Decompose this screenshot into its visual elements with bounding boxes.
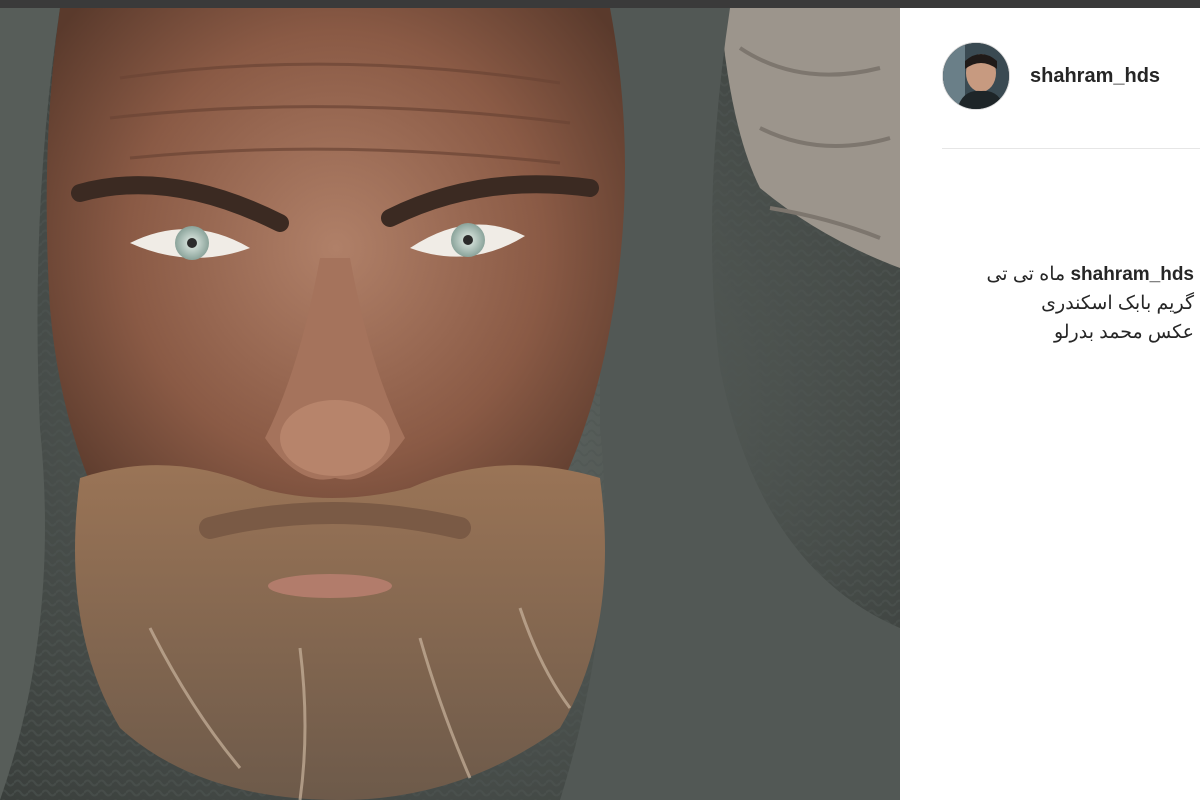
window-top-edge xyxy=(0,0,1200,8)
portrait-illustration xyxy=(0,8,900,800)
header-divider xyxy=(942,148,1200,149)
post-photo[interactable] xyxy=(0,8,900,800)
post-header: shahram_hds xyxy=(900,8,1200,148)
caption-text: ماه تی تی xyxy=(986,264,1066,285)
caption-author-link[interactable]: shahram_hds xyxy=(1070,264,1194,285)
post-side-panel: shahram_hds shahram_hds ماه تی تی گریم ب… xyxy=(900,8,1200,800)
instagram-post: shahram_hds shahram_hds ماه تی تی گریم ب… xyxy=(0,0,1200,800)
post-caption: shahram_hds ماه تی تی گریم بابک اسکندری … xyxy=(936,260,1194,347)
caption-line-1: shahram_hds ماه تی تی xyxy=(936,260,1194,289)
avatar[interactable] xyxy=(942,42,1010,110)
caption-line-2: گریم بابک اسکندری xyxy=(1041,293,1194,314)
profile-picture-icon xyxy=(943,43,1009,109)
username-link[interactable]: shahram_hds xyxy=(1030,65,1160,88)
caption-line-3: عکس محمد بدرلو xyxy=(1053,322,1194,343)
